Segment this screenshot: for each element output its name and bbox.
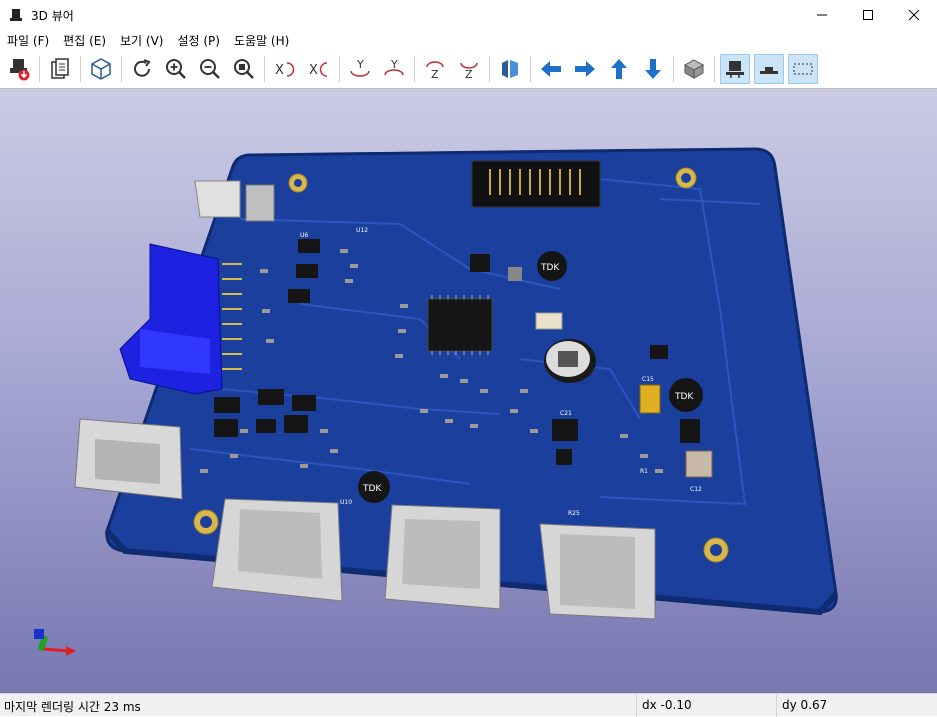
axis-gizmo (34, 629, 76, 656)
tdk-label-2: TDK (362, 484, 382, 494)
close-icon (908, 9, 920, 21)
status-dy: dy 0.67 (782, 698, 828, 712)
copy-image-button[interactable] (45, 54, 75, 84)
reload-button[interactable] (127, 54, 157, 84)
svg-text:Y: Y (356, 58, 364, 71)
move-up-button[interactable] (604, 54, 634, 84)
menu-preferences[interactable]: 설정 (P) (170, 32, 227, 49)
zoom-in-button[interactable] (161, 54, 191, 84)
show-smd-button[interactable] (754, 54, 784, 84)
minimize-button[interactable] (799, 0, 845, 30)
ortho-view-icon (683, 59, 705, 79)
svg-text:X: X (309, 63, 318, 78)
render-raytrace-button[interactable] (4, 54, 34, 84)
svg-text:Z: Z (431, 68, 439, 81)
show-virtual-button[interactable] (788, 54, 818, 84)
reload-icon (134, 59, 151, 77)
rotate-x-ccw-button[interactable]: X (304, 54, 334, 84)
menu-view[interactable]: 보기 (V) (113, 32, 170, 49)
zoom-out-button[interactable] (195, 54, 225, 84)
svg-text:Y: Y (390, 58, 398, 71)
move-down-icon (645, 59, 661, 79)
close-button[interactable] (891, 0, 937, 30)
silk-label-c21: C21 (560, 410, 572, 417)
maximize-icon (863, 10, 873, 20)
rotate-y-cw-icon: Y (350, 58, 370, 77)
status-bar: 마지막 렌더링 시간 23 ms dx -0.10 dy 0.67 (0, 693, 937, 717)
move-left-button[interactable] (536, 54, 566, 84)
menu-bar: 파일 (F) 편집 (E) 보기 (V) 설정 (P) 도움말 (H) (0, 30, 937, 50)
flip-board-icon (502, 60, 518, 78)
flip-board-button[interactable] (495, 54, 525, 84)
silk-label-c15: C15 (642, 376, 654, 383)
window-title: 3D 뷰어 (31, 8, 74, 23)
rotate-z-cw-icon: Z (426, 61, 444, 81)
rotate-x-cw-icon: X (275, 62, 295, 78)
silk-label-u10: U10 (340, 499, 352, 506)
zoom-in-icon (166, 59, 186, 79)
ortho-view-button[interactable] (679, 54, 709, 84)
tdk-label-3: TDK (674, 392, 694, 402)
render-raytrace-icon (10, 59, 30, 81)
svg-text:Z: Z (465, 68, 473, 81)
rotate-y-ccw-icon: Y (384, 58, 404, 76)
toggle-3d-button[interactable] (86, 54, 116, 84)
rotate-y-cw-button[interactable]: Y (345, 54, 375, 84)
show-tht-icon (726, 61, 744, 78)
move-down-button[interactable] (638, 54, 668, 84)
rotate-y-ccw-button[interactable]: Y (379, 54, 409, 84)
silk-label-r1: R1 (640, 468, 648, 475)
silk-label-u12: U12 (356, 227, 368, 234)
toggle-3d-icon (91, 58, 111, 80)
status-dx: dx -0.10 (642, 698, 692, 712)
rotate-x-ccw-icon: X (309, 62, 328, 78)
toolbar: X X Y Y Z Z (0, 50, 937, 88)
move-right-icon (575, 61, 595, 77)
app-icon (10, 9, 22, 21)
show-tht-button[interactable] (720, 54, 750, 84)
export-copy-icon (51, 58, 69, 79)
title-bar: 3D 뷰어 (0, 0, 937, 30)
show-virtual-icon (793, 63, 813, 75)
svg-text:X: X (275, 63, 284, 78)
menu-file[interactable]: 파일 (F) (0, 32, 56, 49)
rotate-z-ccw-button[interactable]: Z (454, 54, 484, 84)
silk-label-c12: C12 (690, 486, 702, 493)
pcb-render: TDK TDK TDK U12 C21 R25 U6 U10 C15 C12 R… (34, 147, 839, 656)
move-up-icon (611, 59, 627, 79)
status-render-time: 마지막 렌더링 시간 23 ms (4, 700, 141, 714)
move-right-button[interactable] (570, 54, 600, 84)
maximize-button[interactable] (845, 0, 891, 30)
menu-edit[interactable]: 편집 (E) (56, 32, 113, 49)
rotate-z-ccw-icon: Z (460, 62, 478, 81)
zoom-fit-button[interactable] (229, 54, 259, 84)
rotate-x-cw-button[interactable]: X (270, 54, 300, 84)
minimize-icon (817, 14, 827, 16)
silk-label-u6: U6 (300, 232, 308, 239)
zoom-out-icon (200, 59, 220, 79)
show-smd-icon (760, 67, 778, 74)
zoom-fit-icon (234, 59, 254, 79)
menu-help[interactable]: 도움말 (H) (227, 32, 296, 49)
rotate-z-cw-button[interactable]: Z (420, 54, 450, 84)
3d-viewport[interactable]: TDK TDK TDK U12 C21 R25 U6 U10 C15 C12 R… (0, 88, 937, 693)
tdk-label-1: TDK (540, 263, 560, 273)
silk-label-r25: R25 (568, 510, 580, 517)
move-left-icon (541, 61, 561, 77)
